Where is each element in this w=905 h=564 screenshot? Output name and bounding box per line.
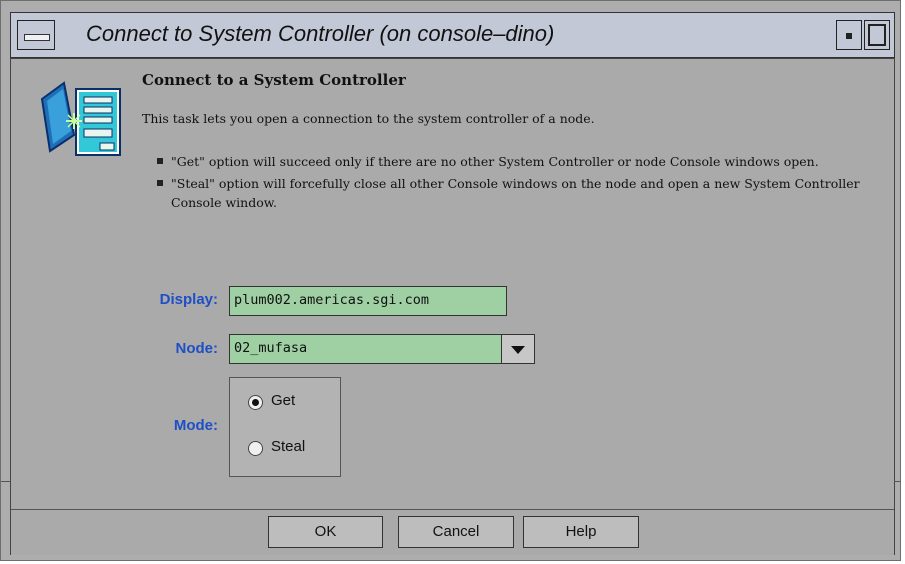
list-item: "Steal" option will forcefully close all…: [157, 174, 877, 212]
button-bar: OK Cancel Help: [11, 509, 894, 555]
node-label: Node:: [175, 340, 219, 357]
dialog-body: Connect to a System Controller This task…: [10, 58, 895, 555]
task-heading: Connect to a System Controller: [142, 71, 406, 89]
square-bullet-icon: [157, 158, 163, 164]
note-steal: "Steal" option will forcefully close all…: [171, 176, 860, 210]
radio-get[interactable]: [248, 395, 263, 410]
square-bullet-icon: [157, 180, 163, 186]
system-controller-task-icon: [40, 81, 121, 156]
task-description: This task lets you open a connection to …: [142, 111, 595, 126]
maximize-icon[interactable]: [864, 20, 890, 50]
resize-handle-right[interactable]: [894, 481, 901, 482]
task-notes-list: "Get" option will succeed only if there …: [157, 152, 877, 215]
resize-handle-left[interactable]: [1, 481, 10, 482]
ok-button[interactable]: OK: [268, 516, 383, 548]
help-button[interactable]: Help: [523, 516, 639, 548]
mode-label: Mode:: [173, 417, 218, 434]
display-label: Display:: [159, 291, 218, 308]
note-get: "Get" option will succeed only if there …: [171, 154, 819, 169]
title-bar[interactable]: Connect to System Controller (on console…: [10, 12, 895, 58]
node-select[interactable]: 02_mufasa: [229, 334, 502, 364]
mode-radio-group: Get Steal: [229, 377, 341, 477]
radio-steal-label: Steal: [271, 438, 306, 455]
window-title: Connect to System Controller (on console…: [86, 21, 555, 46]
minimize-icon[interactable]: [836, 20, 862, 50]
list-item: "Get" option will succeed only if there …: [157, 152, 877, 171]
cancel-button[interactable]: Cancel: [398, 516, 514, 548]
window-menu-icon[interactable]: [17, 20, 55, 50]
radio-get-label: Get: [271, 392, 296, 409]
display-field[interactable]: plum002.americas.sgi.com: [229, 286, 507, 316]
node-dropdown-button[interactable]: [501, 334, 535, 364]
triangle-down-icon: [511, 346, 525, 354]
window-frame: Connect to System Controller (on console…: [0, 0, 901, 561]
radio-steal[interactable]: [248, 441, 263, 456]
